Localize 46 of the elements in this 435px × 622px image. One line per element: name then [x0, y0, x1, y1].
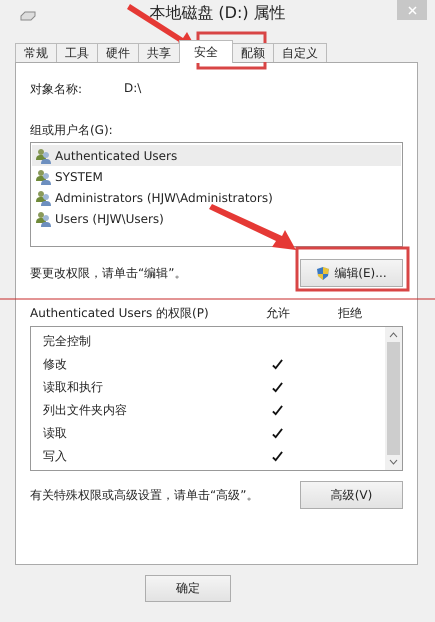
permission-name: 读取 [42, 425, 68, 442]
user-list-item[interactable]: Authenticated Users [32, 145, 401, 166]
column-header: 允许 [265, 305, 291, 322]
close-icon [408, 6, 416, 14]
permission-name: 写入 [42, 448, 68, 465]
permission-row[interactable]: 读取和执行 [31, 376, 385, 399]
highlight-frame [196, 32, 266, 70]
user-list-item[interactable]: Administrators (HJW\Administrators) [32, 187, 401, 208]
edit-hint: 要更改权限，请单击“编辑”。 [30, 264, 186, 282]
ok-button[interactable]: 确定 [145, 575, 231, 602]
permission-row[interactable]: 列出文件夹内容 [31, 399, 385, 422]
users-icon [36, 210, 52, 226]
users-icon [36, 148, 52, 164]
column-header: 拒绝 [337, 305, 363, 322]
window-title: 本地磁盘 (D:) 属性 [149, 3, 286, 22]
tab[interactable]: 共享 [138, 43, 180, 62]
scrollbar[interactable] [385, 327, 402, 470]
permissions-header: Authenticated Users 的权限(P) [30, 305, 210, 322]
tab[interactable]: 配额 [232, 43, 274, 62]
permission-row[interactable]: 读取 [31, 422, 385, 445]
groups-label: 组或用户名(G): [30, 122, 114, 139]
tab[interactable]: 自定义 [273, 43, 327, 62]
scroll-up-icon[interactable] [389, 332, 398, 338]
permission-name: 读取和执行 [42, 379, 104, 396]
tab[interactable]: 安全 [179, 40, 233, 63]
permission-name: 修改 [42, 356, 68, 373]
users-icon [36, 190, 52, 206]
permission-name: 列出文件夹内容 [42, 402, 128, 419]
tab[interactable]: 常规 [15, 43, 57, 62]
user-list-item[interactable]: Users (HJW\Users) [32, 208, 401, 229]
user-list-item[interactable]: SYSTEM [32, 166, 401, 187]
permission-row[interactable]: 写入 [31, 445, 385, 468]
drive-icon [20, 11, 36, 21]
permission-row[interactable]: 完全控制 [31, 330, 385, 353]
permission-row[interactable]: 修改 [31, 353, 385, 376]
users-icon [36, 168, 52, 184]
tab[interactable]: 硬件 [97, 43, 139, 62]
tab[interactable]: 工具 [56, 43, 98, 62]
object-name-label: 对象名称: [30, 81, 84, 98]
advanced-button[interactable]: 高级(V) [300, 481, 403, 509]
shield-icon [316, 266, 330, 280]
object-name-value: D:\ [124, 81, 142, 97]
permission-name: 完全控制 [42, 333, 92, 350]
advanced-hint: 有关特殊权限或高级设置，请单击“高级”。 [30, 486, 258, 504]
edit-button[interactable]: 编辑(E)... [300, 259, 403, 287]
scroll-down-icon[interactable] [389, 459, 398, 465]
